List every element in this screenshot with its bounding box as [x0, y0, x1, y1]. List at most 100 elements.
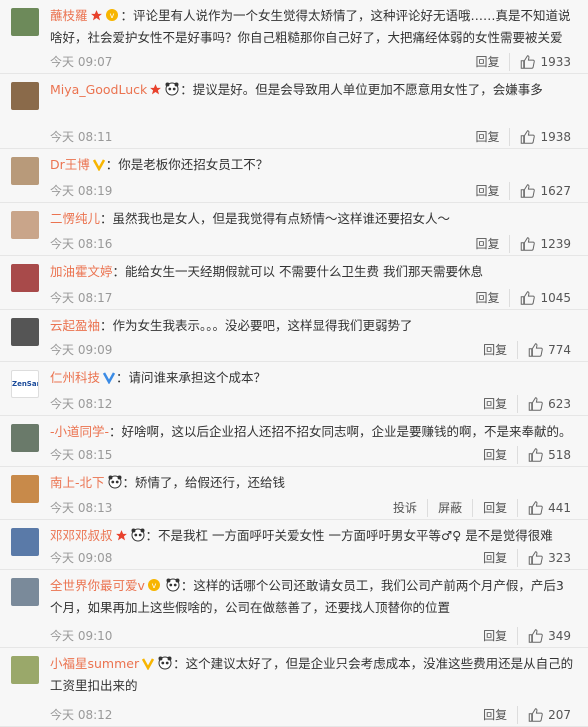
like-button[interactable]: 518: [518, 446, 571, 464]
comment-actions: 回复 518: [473, 446, 571, 464]
avatar[interactable]: ZenSar: [11, 370, 39, 398]
username-link[interactable]: Dr王博: [50, 157, 90, 172]
like-button[interactable]: 441: [518, 499, 571, 517]
comment-time: 今天 09:09: [50, 343, 113, 357]
avatar[interactable]: [11, 318, 39, 346]
comment-actions: 回复 349: [473, 627, 571, 645]
reply-button[interactable]: 回复: [465, 235, 511, 253]
like-count: 1239: [540, 237, 571, 251]
username-link[interactable]: 云起盈袖: [50, 318, 100, 333]
thumbs-up-icon: [528, 629, 543, 643]
star-icon: [115, 528, 128, 548]
comment-item: ZenSar 仁州科技 ：请问谁来承担这个成本？ 今天 08:12 回复 623: [0, 362, 588, 416]
like-button[interactable]: 1627: [510, 182, 571, 200]
thumbs-up-icon: [520, 130, 536, 144]
avatar[interactable]: [11, 211, 39, 239]
reply-button[interactable]: 回复: [465, 128, 511, 146]
thumbs-up-icon: [528, 448, 543, 462]
comment-text: ：不是我杠 一方面呼吁关爱女性 一方面呼吁男女平等♂♀ 是不是觉得很难: [145, 528, 553, 543]
comment-list: 蘸枝羅 v ：评论里有人说作为一个女生觉得太矫情了，这种评论好无语哦……真是不知道说…: [0, 0, 588, 727]
comment-time: 今天 08:12: [50, 708, 113, 722]
like-count: 1933: [540, 55, 571, 69]
comment-content: Miya_GoodLuck ：提议是好。但是会导致用人单位更加不愿意用女性了，会嫌…: [50, 80, 576, 102]
comment-text: ：评论里有人说作为一个女生觉得太矫情了，这种评论好无语哦……真是不知道说啥好，社…: [50, 8, 571, 45]
avatar[interactable]: [11, 475, 39, 503]
comment-time: 今天 08:12: [50, 397, 113, 411]
like-button[interactable]: 623: [518, 395, 571, 413]
like-button[interactable]: 349: [518, 627, 571, 645]
like-count: 349: [548, 629, 571, 643]
comment-content: 加油霍文婷：能给女生一天经期假就可以 不需要什么卫生费 我们那天需要休息: [50, 262, 576, 282]
reply-button[interactable]: 回复: [465, 289, 511, 307]
avatar[interactable]: [11, 82, 39, 110]
avatar[interactable]: [11, 528, 39, 556]
comment-content: -小道同学-：好啥啊，这以后企业招人还招不招女同志啊，企业是要赚钱的啊，不是来奉…: [50, 422, 576, 442]
username-link[interactable]: -小道同学-: [50, 424, 109, 439]
username-link[interactable]: 仁州科技: [50, 370, 100, 385]
like-count: 774: [548, 343, 571, 357]
panda-icon: [157, 656, 173, 676]
block-button[interactable]: 屏蔽: [428, 499, 474, 517]
thumbs-up-icon: [520, 184, 536, 198]
like-count: 1627: [540, 184, 571, 198]
comment-item: 蘸枝羅 v ：评论里有人说作为一个女生觉得太矫情了，这种评论好无语哦……真是不知道说…: [0, 0, 588, 74]
comment-item: 小福星summer ：这个建议太好了，但是企业只会考虑成本，没准这些费用还是从自己…: [0, 648, 588, 727]
username-link[interactable]: 二愣纯儿: [50, 211, 100, 226]
comment-content: 蘸枝羅 v ：评论里有人说作为一个女生觉得太矫情了，这种评论好无语哦……真是不知道说…: [50, 6, 576, 48]
like-button[interactable]: 1933: [510, 53, 571, 71]
username-link[interactable]: 加油霍文婷: [50, 264, 113, 279]
like-button[interactable]: 207: [518, 706, 571, 724]
reply-button[interactable]: 回复: [473, 706, 519, 724]
panda-icon: [164, 82, 180, 102]
comment-time: 今天 09:08: [50, 551, 113, 565]
comment-actions: 回复 1933: [465, 53, 571, 71]
username-link[interactable]: Miya_GoodLuck: [50, 82, 147, 97]
thumbs-up-icon: [520, 237, 536, 251]
report-button[interactable]: 投诉: [383, 499, 429, 517]
svg-text:v: v: [109, 11, 114, 20]
like-button[interactable]: 774: [518, 341, 571, 359]
username-link[interactable]: 南上-北下: [50, 475, 105, 490]
vip-icon: v: [147, 578, 163, 598]
panda-icon: [165, 578, 181, 598]
comment-time: 今天 08:13: [50, 501, 113, 515]
reply-button[interactable]: 回复: [473, 341, 519, 359]
avatar[interactable]: [11, 578, 39, 606]
username-link[interactable]: 蘸枝羅: [50, 8, 88, 23]
comment-actions: 回复 1627: [465, 182, 571, 200]
username-link[interactable]: 邓邓邓叔叔: [50, 528, 113, 543]
avatar[interactable]: [11, 424, 39, 452]
like-button[interactable]: 1239: [510, 235, 571, 253]
reply-button[interactable]: 回复: [465, 53, 511, 71]
comment-item: Miya_GoodLuck ：提议是好。但是会导致用人单位更加不愿意用女性了，会嫌…: [0, 74, 588, 149]
like-button[interactable]: 1938: [510, 128, 571, 146]
vip-icon: v: [105, 8, 121, 28]
comment-item: 全世界你最可爱v v ：这样的话哪个公司还敢请女员工，我们公司产前两个月产假，产后3…: [0, 570, 588, 648]
comment-actions: 回复 623: [473, 395, 571, 413]
reply-button[interactable]: 回复: [473, 446, 519, 464]
username-link[interactable]: 小福星summer: [50, 656, 139, 671]
reply-button[interactable]: 回复: [473, 549, 519, 567]
username-link[interactable]: 全世界你最可爱v: [50, 578, 145, 593]
thumbs-up-icon: [520, 55, 536, 69]
like-count: 323: [548, 551, 571, 565]
reply-button[interactable]: 回复: [473, 395, 519, 413]
comment-content: 二愣纯儿：虽然我也是女人，但是我觉得有点矫情～这样谁还要招女人～: [50, 209, 576, 229]
like-count: 1045: [540, 291, 571, 305]
reply-button[interactable]: 回复: [465, 182, 511, 200]
comment-actions: 回复 207: [473, 706, 571, 724]
like-button[interactable]: 1045: [510, 289, 571, 307]
comment-time: 今天 09:07: [50, 55, 113, 69]
reply-button[interactable]: 回复: [473, 627, 519, 645]
v-yellow-icon: [92, 157, 106, 177]
avatar[interactable]: [11, 157, 39, 185]
like-count: 623: [548, 397, 571, 411]
like-button[interactable]: 323: [518, 549, 571, 567]
avatar[interactable]: [11, 264, 39, 292]
reply-button[interactable]: 回复: [473, 499, 519, 517]
avatar[interactable]: [11, 8, 39, 36]
comment-item: 二愣纯儿：虽然我也是女人，但是我觉得有点矫情～这样谁还要招女人～ 今天 08:16…: [0, 203, 588, 256]
avatar[interactable]: [11, 656, 39, 684]
comment-content: 云起盈袖：作为女生我表示。。。没必要吧，这样显得我们更弱势了: [50, 316, 576, 336]
comment-actions: 回复 774: [473, 341, 571, 359]
